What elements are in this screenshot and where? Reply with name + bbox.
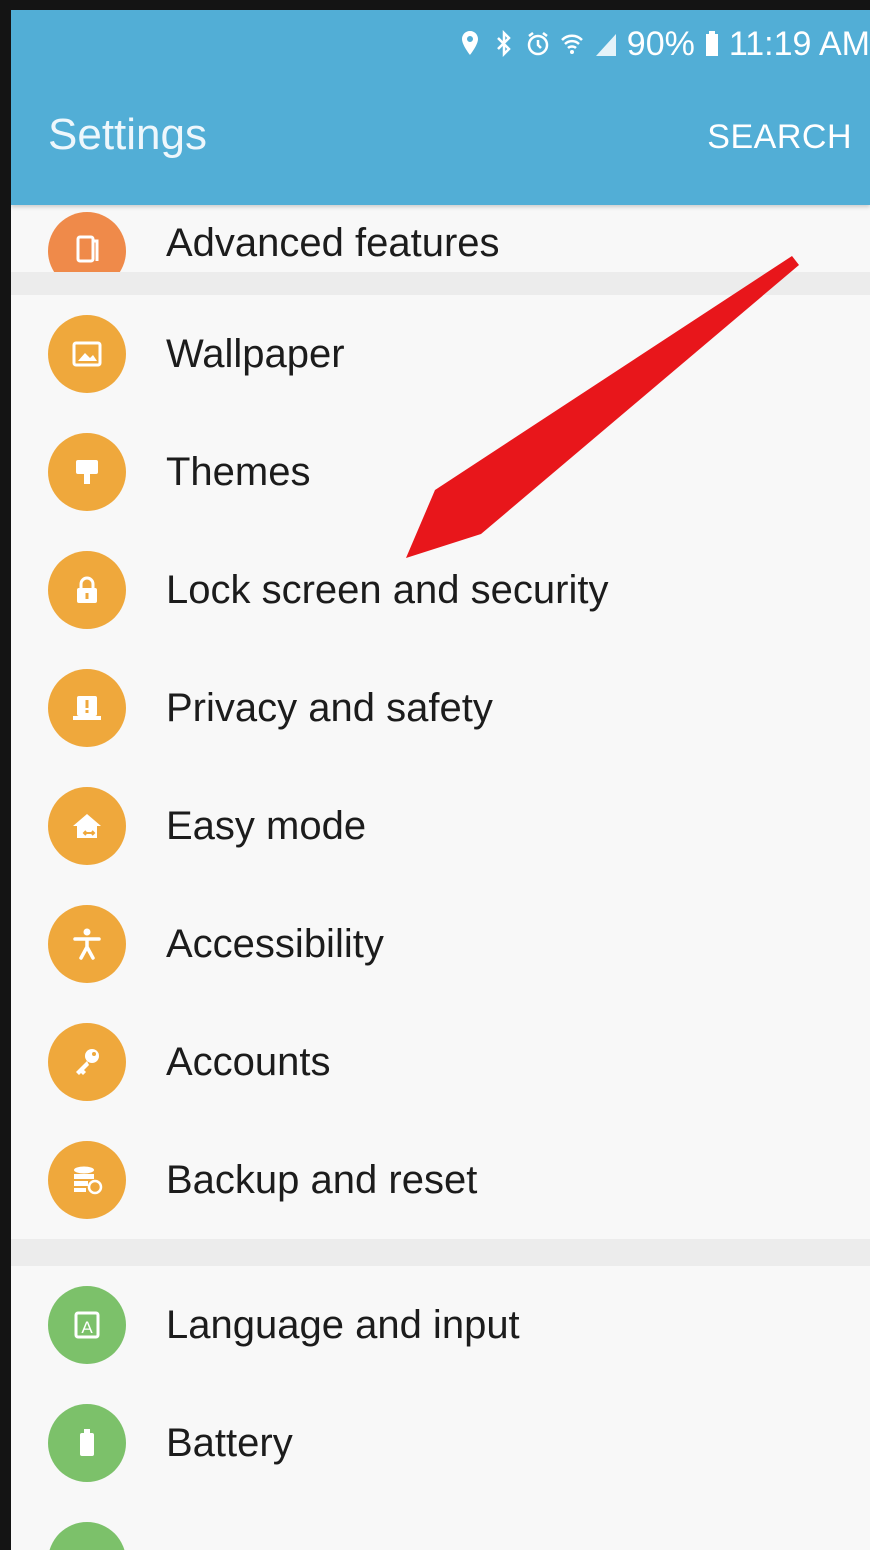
settings-item-language-input[interactable]: A Language and input xyxy=(11,1266,870,1384)
settings-item-label: Accounts xyxy=(166,1039,331,1084)
battery-percent: 90% xyxy=(626,24,695,63)
settings-item-advanced-features[interactable]: Advanced features xyxy=(11,205,870,272)
status-bar: 90% 11:19 AM xyxy=(457,22,870,66)
location-icon xyxy=(461,31,478,55)
settings-list: Advanced features Wallpaper Themes Lock … xyxy=(11,205,870,1550)
svg-text:A: A xyxy=(81,1318,93,1337)
settings-item-label: Language and input xyxy=(166,1302,520,1347)
easy-mode-icon xyxy=(48,787,126,865)
settings-item-wallpaper[interactable]: Wallpaper xyxy=(11,295,870,413)
section-divider xyxy=(11,1239,870,1266)
settings-item-lock-screen[interactable]: Lock screen and security xyxy=(11,531,870,649)
wifi-icon xyxy=(560,34,583,54)
settings-item-label: Wallpaper xyxy=(166,331,345,376)
settings-item-label: Lock screen and security xyxy=(166,567,609,612)
alarm-icon xyxy=(527,32,549,56)
lock-icon xyxy=(48,551,126,629)
app-bar: 90% 11:19 AM Settings SEARCH xyxy=(11,10,870,205)
clock: 11:19 AM xyxy=(728,24,870,63)
settings-item-themes[interactable]: Themes xyxy=(11,413,870,531)
bluetooth-icon xyxy=(496,29,511,58)
settings-item-accounts[interactable]: Accounts xyxy=(11,1003,870,1121)
search-button[interactable]: SEARCH xyxy=(707,118,852,157)
privacy-icon xyxy=(48,669,126,747)
signal-icon xyxy=(595,34,616,56)
settings-item-easy-mode[interactable]: Easy mode xyxy=(11,767,870,885)
settings-item-label: Backup and reset xyxy=(166,1157,478,1202)
phone-screen: 90% 11:19 AM Settings SEARCH Advanced fe… xyxy=(0,0,870,1550)
backup-icon xyxy=(48,1141,126,1219)
settings-item-next-partial[interactable] xyxy=(11,1502,870,1550)
settings-item-label: Privacy and safety xyxy=(166,685,493,730)
settings-item-label: Battery xyxy=(166,1420,293,1465)
settings-item-backup-reset[interactable]: Backup and reset xyxy=(11,1121,870,1239)
settings-item-label: Accessibility xyxy=(166,921,384,966)
accessibility-icon xyxy=(48,905,126,983)
advanced-features-icon xyxy=(48,212,126,272)
settings-item-accessibility[interactable]: Accessibility xyxy=(11,885,870,1003)
settings-item-icon xyxy=(48,1522,126,1550)
settings-item-battery[interactable]: Battery xyxy=(11,1384,870,1502)
settings-item-label: Easy mode xyxy=(166,803,367,848)
themes-icon xyxy=(48,433,126,511)
battery-icon xyxy=(705,31,718,56)
settings-item-label: Themes xyxy=(166,449,311,494)
language-icon: A xyxy=(48,1286,126,1364)
battery-settings-icon xyxy=(48,1404,126,1482)
page-title: Settings xyxy=(48,110,207,159)
section-divider xyxy=(11,272,870,295)
wallpaper-icon xyxy=(48,315,126,393)
key-icon xyxy=(48,1023,126,1101)
settings-item-privacy[interactable]: Privacy and safety xyxy=(11,649,870,767)
settings-item-label: Advanced features xyxy=(166,221,500,265)
